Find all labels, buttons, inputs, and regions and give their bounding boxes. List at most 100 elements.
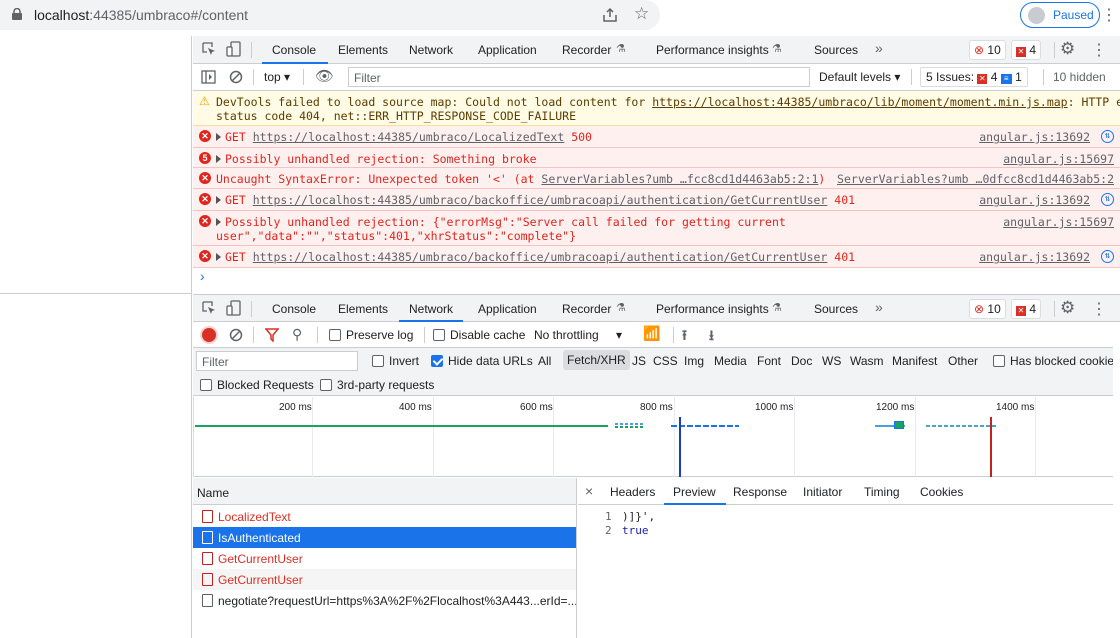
- network-filter-input[interactable]: Filter: [196, 351, 358, 371]
- tab-response[interactable]: Response: [733, 485, 787, 499]
- device-toolbar-icon[interactable]: [226, 41, 241, 57]
- request-row[interactable]: IsAuthenticated: [193, 527, 576, 548]
- tab-application[interactable]: Application: [478, 302, 537, 316]
- devtools-menu-icon[interactable]: ⋮: [1091, 40, 1107, 60]
- type-filter-fetch-xhr[interactable]: Fetch/XHR: [563, 350, 630, 370]
- console-filter-input[interactable]: Filter: [348, 67, 810, 87]
- import-har-icon[interactable]: ⭱: [682, 325, 687, 349]
- tab-performance-insights[interactable]: Performance insights: [656, 43, 769, 57]
- script-link[interactable]: ServerVariables?umb …fcc8cd1d4463ab5:2:1: [541, 172, 818, 186]
- tab-preview[interactable]: Preview: [673, 485, 716, 499]
- tab-performance-insights[interactable]: Performance insights: [656, 302, 769, 316]
- inspect-element-icon[interactable]: [202, 42, 216, 56]
- settings-gear-icon[interactable]: ⚙: [1060, 39, 1075, 59]
- network-request-icon[interactable]: ⇅: [1101, 250, 1114, 263]
- request-row[interactable]: GetCurrentUser: [193, 548, 576, 569]
- source-location-link[interactable]: angular.js:13692: [979, 130, 1090, 144]
- third-party-checkbox[interactable]: 3rd-party requests: [320, 378, 434, 392]
- console-prompt[interactable]: ›: [200, 268, 205, 284]
- record-icon[interactable]: [202, 328, 216, 342]
- error-count-badge[interactable]: ⊗ 10: [969, 299, 1006, 319]
- type-filter-all[interactable]: All: [538, 354, 551, 368]
- settings-gear-icon[interactable]: ⚙: [1060, 298, 1075, 318]
- expand-triangle-icon[interactable]: [216, 155, 221, 163]
- more-tabs-icon[interactable]: »: [875, 299, 883, 315]
- tab-recorder[interactable]: Recorder: [562, 302, 611, 316]
- issue-count-badge[interactable]: ✕ 4: [1011, 40, 1042, 60]
- browser-menu-icon[interactable]: ⋮: [1101, 5, 1117, 25]
- tab-sources[interactable]: Sources: [814, 302, 858, 316]
- type-filter-media[interactable]: Media: [714, 354, 747, 368]
- log-levels-select[interactable]: Default levels ▾: [819, 70, 900, 84]
- request-row[interactable]: LocalizedText: [193, 506, 576, 527]
- devtools-menu-icon[interactable]: ⋮: [1091, 299, 1107, 319]
- type-filter-js[interactable]: JS: [632, 354, 646, 368]
- tab-application[interactable]: Application: [478, 43, 537, 57]
- expand-triangle-icon[interactable]: [216, 253, 221, 261]
- tab-sources[interactable]: Sources: [814, 43, 858, 57]
- share-icon[interactable]: [602, 7, 618, 23]
- tab-initiator[interactable]: Initiator: [803, 485, 842, 499]
- export-har-icon[interactable]: ⭳: [709, 325, 714, 349]
- blocked-requests-checkbox[interactable]: Blocked Requests: [200, 378, 314, 392]
- close-icon[interactable]: ×: [585, 483, 593, 499]
- search-icon[interactable]: ⚲: [292, 326, 302, 343]
- tab-recorder[interactable]: Recorder: [562, 43, 611, 57]
- clear-console-icon[interactable]: [229, 70, 243, 84]
- source-location-link[interactable]: angular.js:13692: [979, 193, 1090, 207]
- profile-paused-button[interactable]: Paused: [1020, 2, 1100, 28]
- source-location-link[interactable]: angular.js:13692: [979, 250, 1090, 264]
- source-location-link[interactable]: angular.js:15697: [1003, 215, 1114, 229]
- type-filter-css[interactable]: CSS: [653, 354, 678, 368]
- invert-checkbox[interactable]: Invert: [372, 354, 419, 368]
- issue-count-badge[interactable]: ✕ 4: [1011, 299, 1042, 319]
- type-filter-font[interactable]: Font: [757, 354, 781, 368]
- preserve-log-checkbox[interactable]: Preserve log: [329, 328, 413, 342]
- has-blocked-cookies-checkbox[interactable]: Has blocked cookie: [993, 354, 1113, 368]
- request-link[interactable]: https://localhost:44385/umbraco/backoffi…: [253, 250, 828, 264]
- source-location-link[interactable]: angular.js:15697: [1003, 152, 1114, 166]
- filter-funnel-icon[interactable]: [265, 328, 279, 342]
- expand-triangle-icon[interactable]: [216, 196, 221, 204]
- eye-icon[interactable]: 👁: [315, 67, 334, 85]
- type-filter-wasm[interactable]: Wasm: [850, 354, 884, 368]
- more-tabs-icon[interactable]: »: [875, 40, 883, 56]
- sidebar-toggle-icon[interactable]: [201, 70, 216, 84]
- issues-button[interactable]: 5 Issues: ✕ 4 ≡ 1: [920, 67, 1028, 87]
- error-count-badge[interactable]: ⊗ 10: [969, 40, 1006, 60]
- hide-data-urls-checkbox[interactable]: Hide data URLs: [431, 354, 533, 368]
- expand-triangle-icon[interactable]: [216, 218, 221, 226]
- tab-headers[interactable]: Headers: [610, 485, 655, 499]
- network-request-icon[interactable]: ⇅: [1101, 193, 1114, 206]
- request-row[interactable]: negotiate?requestUrl=https%3A%2F%2Flocal…: [193, 590, 576, 611]
- address-bar[interactable]: localhost:44385/umbraco#/content ☆: [0, 0, 660, 30]
- device-toolbar-icon[interactable]: [226, 300, 241, 316]
- context-select[interactable]: top ▾: [264, 70, 290, 84]
- type-filter-img[interactable]: Img: [684, 354, 704, 368]
- tab-network[interactable]: Network: [409, 43, 453, 57]
- type-filter-doc[interactable]: Doc: [791, 354, 812, 368]
- tab-console[interactable]: Console: [272, 302, 316, 316]
- disable-cache-checkbox[interactable]: Disable cache: [433, 328, 525, 342]
- tab-timing[interactable]: Timing: [864, 485, 900, 499]
- clear-icon[interactable]: [229, 328, 243, 342]
- request-row[interactable]: GetCurrentUser: [193, 569, 576, 590]
- bookmark-star-icon[interactable]: ☆: [634, 4, 649, 24]
- tab-cookies[interactable]: Cookies: [920, 485, 963, 499]
- type-filter-manifest[interactable]: Manifest: [892, 354, 937, 368]
- network-request-icon[interactable]: ⇅: [1101, 130, 1114, 143]
- request-link[interactable]: https://localhost:44385/umbraco/backoffi…: [253, 193, 828, 207]
- inspect-element-icon[interactable]: [202, 301, 216, 315]
- name-column-header[interactable]: Name: [193, 478, 576, 505]
- throttling-select[interactable]: No throttling ▾: [534, 328, 622, 342]
- tab-elements[interactable]: Elements: [338, 43, 388, 57]
- network-conditions-icon[interactable]: 📶: [643, 325, 660, 342]
- expand-triangle-icon[interactable]: [216, 133, 221, 141]
- request-link[interactable]: https://localhost:44385/umbraco/Localize…: [253, 130, 565, 144]
- type-filter-ws[interactable]: WS: [822, 354, 841, 368]
- source-location-link[interactable]: ServerVariables?umb …0dfcc8cd1d4463ab5:2: [837, 172, 1114, 186]
- tab-network[interactable]: Network: [409, 302, 453, 316]
- tab-console[interactable]: Console: [272, 43, 316, 57]
- source-map-link[interactable]: https://localhost:44385/umbraco/lib/mome…: [652, 95, 1067, 109]
- type-filter-other[interactable]: Other: [948, 354, 978, 368]
